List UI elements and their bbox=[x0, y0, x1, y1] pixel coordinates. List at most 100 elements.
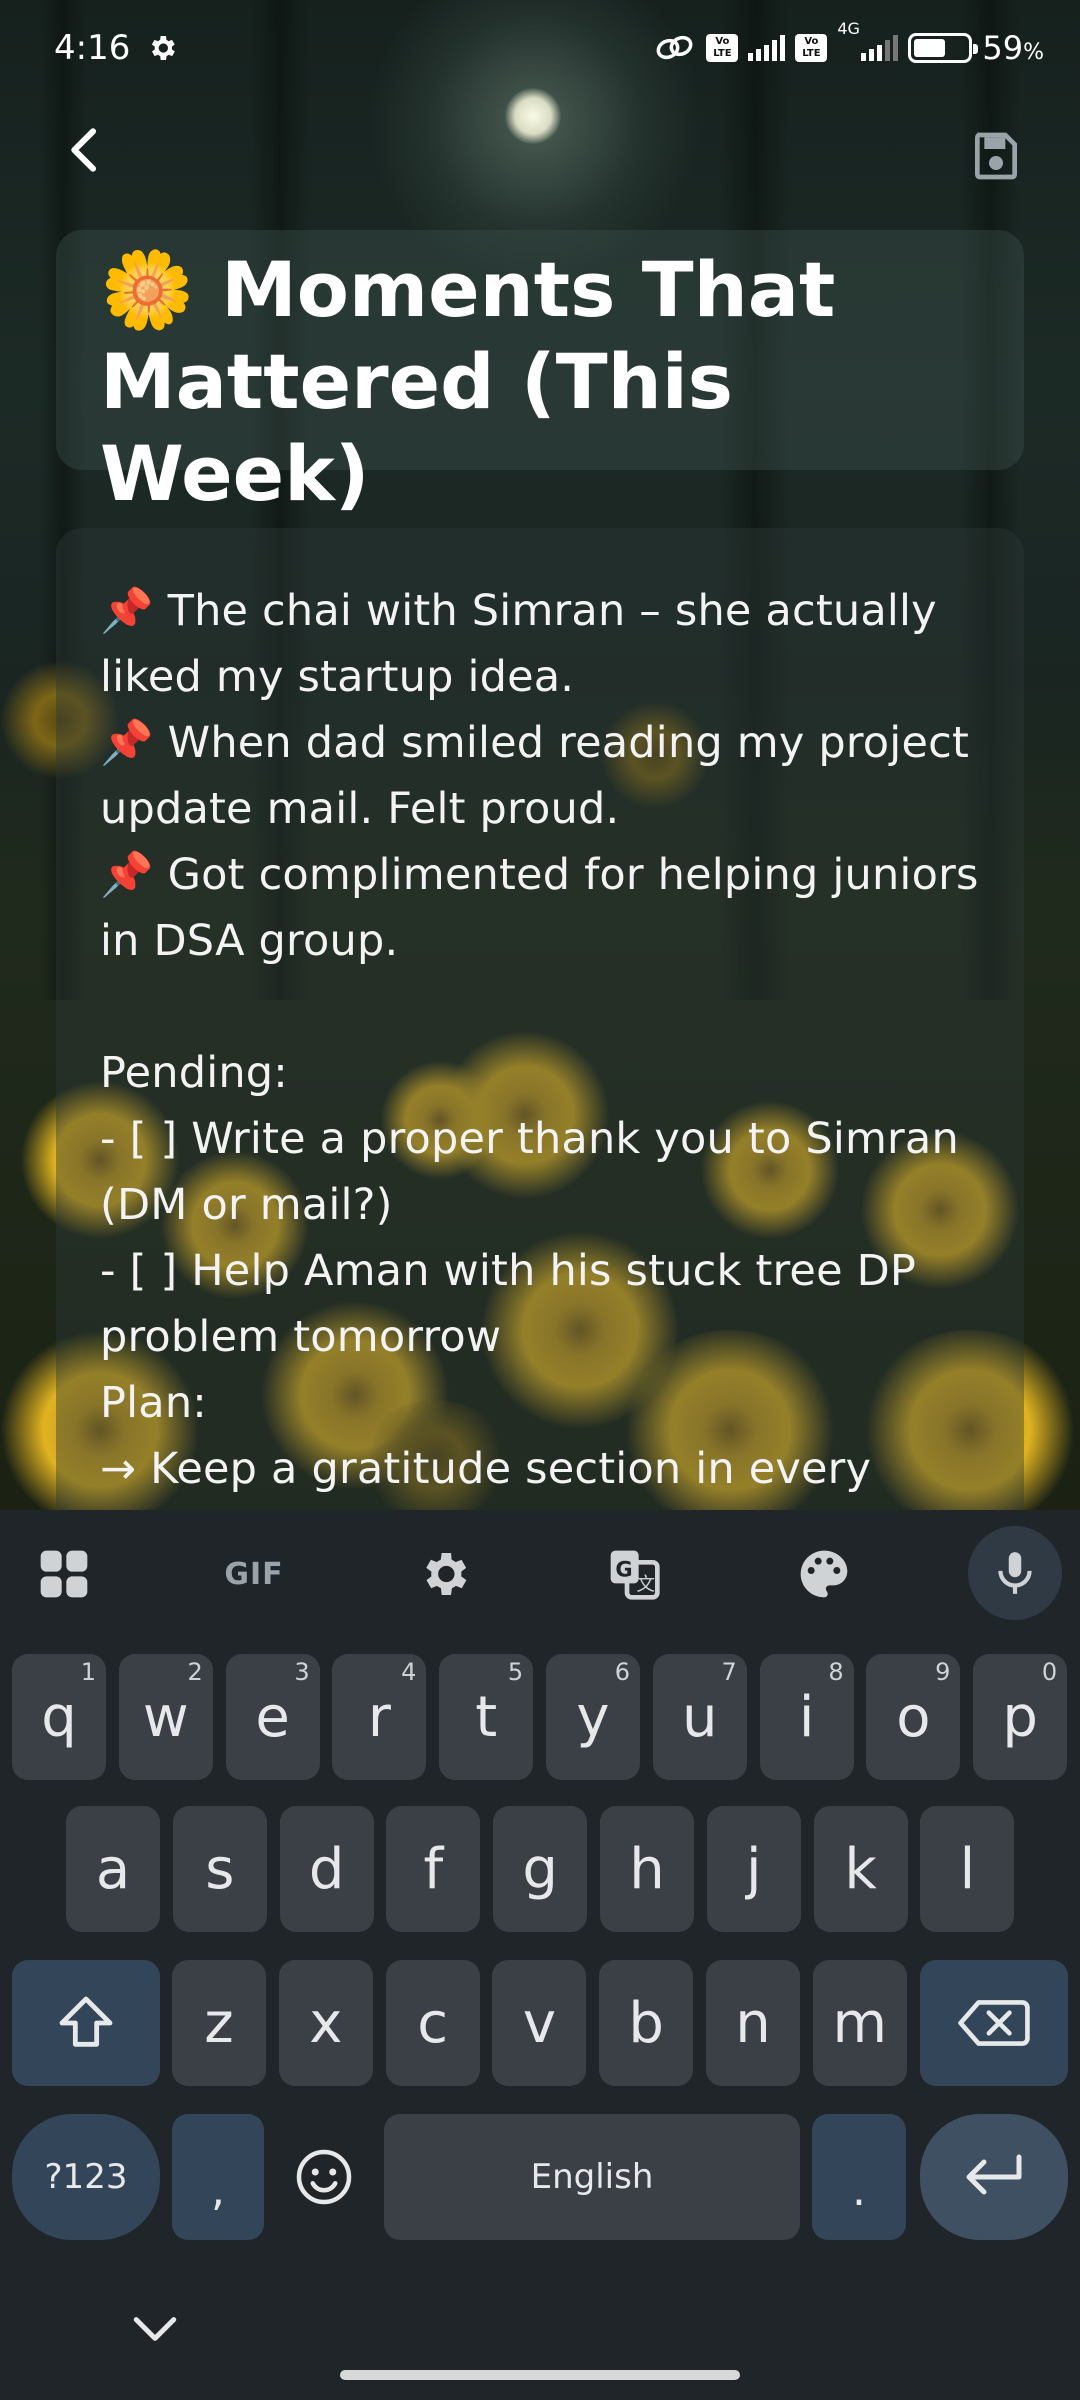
key-w[interactable]: w2 bbox=[118, 1654, 213, 1780]
key-label: w bbox=[142, 1684, 189, 1750]
key-n[interactable]: n bbox=[706, 1960, 800, 2086]
settings-icon[interactable] bbox=[406, 1536, 482, 1612]
key-hint: 4 bbox=[401, 1658, 417, 1686]
key-i[interactable]: i8 bbox=[759, 1654, 854, 1780]
backspace-key[interactable] bbox=[920, 1960, 1068, 2086]
key-q[interactable]: q1 bbox=[12, 1654, 106, 1780]
apps-grid-icon[interactable] bbox=[26, 1536, 102, 1612]
signal-icon bbox=[748, 35, 786, 61]
key-hint: 8 bbox=[828, 1658, 844, 1686]
key-label: c bbox=[417, 1990, 448, 2056]
note-title-card[interactable]: 🌼 Moments That Mattered (This Week) bbox=[56, 230, 1024, 518]
svg-text:G: G bbox=[615, 1557, 632, 1581]
back-arrow-icon[interactable] bbox=[58, 122, 114, 178]
key-hint: 3 bbox=[294, 1658, 310, 1686]
key-v[interactable]: v bbox=[492, 1960, 587, 2086]
key-r[interactable]: r4 bbox=[332, 1654, 427, 1780]
key-k[interactable]: k bbox=[813, 1806, 908, 1932]
save-icon[interactable] bbox=[968, 128, 1024, 184]
key-z[interactable]: z bbox=[172, 1960, 266, 2086]
key-label: v bbox=[522, 1990, 556, 2056]
gesture-nav-bar[interactable] bbox=[340, 2370, 740, 2380]
note-title[interactable]: 🌼 Moments That Mattered (This Week) bbox=[100, 244, 980, 520]
keyboard: GIF G文 q1w2e3r4t5y6u7i8o9p0 asdfghjkl zx… bbox=[0, 1510, 1080, 2400]
key-label: g bbox=[522, 1836, 558, 1902]
key-b[interactable]: b bbox=[599, 1960, 694, 2086]
key-hint: 9 bbox=[935, 1658, 951, 1686]
key-label: o bbox=[896, 1684, 931, 1750]
key-label: s bbox=[205, 1836, 235, 1902]
volte-badge: Vo LTE bbox=[795, 34, 828, 62]
key-t[interactable]: t5 bbox=[439, 1654, 534, 1780]
key-label: z bbox=[204, 1990, 234, 2056]
key-label: a bbox=[95, 1836, 131, 1902]
key-label: k bbox=[844, 1836, 877, 1902]
emoji-icon bbox=[296, 2149, 352, 2205]
key-x[interactable]: x bbox=[278, 1960, 373, 2086]
key-label: y bbox=[576, 1684, 610, 1750]
network-type: 4G bbox=[837, 19, 860, 38]
key-hint: 7 bbox=[721, 1658, 737, 1686]
key-p[interactable]: p0 bbox=[973, 1654, 1068, 1780]
key-hint: 0 bbox=[1041, 1658, 1058, 1686]
shift-icon bbox=[59, 1996, 113, 2047]
key-label: j bbox=[746, 1836, 762, 1902]
space-key[interactable]: English bbox=[384, 2114, 800, 2240]
status-bar: 4:16 Vo LTE Vo LTE 4G 59% bbox=[0, 0, 1080, 100]
key-label: i bbox=[798, 1684, 815, 1750]
key-label: l bbox=[959, 1836, 976, 1902]
key-g[interactable]: g bbox=[493, 1806, 588, 1932]
key-label: b bbox=[628, 1990, 664, 2056]
key-hint: 5 bbox=[507, 1658, 524, 1686]
key-m[interactable]: m bbox=[812, 1960, 907, 2086]
key-d[interactable]: d bbox=[279, 1806, 374, 1932]
key-label: u bbox=[682, 1684, 718, 1750]
key-l[interactable]: l bbox=[920, 1806, 1015, 1932]
status-icons: Vo LTE Vo LTE 4G 59% bbox=[654, 19, 1044, 68]
svg-text:文: 文 bbox=[636, 1574, 655, 1595]
key-j[interactable]: j bbox=[706, 1806, 801, 1932]
key-o[interactable]: o9 bbox=[866, 1654, 961, 1780]
emoji-key[interactable] bbox=[276, 2114, 372, 2240]
key-f[interactable]: f bbox=[386, 1806, 481, 1932]
mic-icon[interactable] bbox=[968, 1526, 1062, 1620]
battery-icon bbox=[908, 33, 979, 63]
comma-key[interactable]: , bbox=[172, 2114, 264, 2240]
volte-badge: Vo LTE bbox=[706, 34, 739, 62]
key-u[interactable]: u7 bbox=[652, 1654, 747, 1780]
gif-icon[interactable]: GIF bbox=[216, 1536, 292, 1612]
key-label: m bbox=[832, 1990, 888, 2056]
symbols-key[interactable]: ?123 bbox=[12, 2114, 160, 2240]
note-body-card[interactable]: 📌 The chai with Simran – she actually li… bbox=[56, 528, 1024, 1528]
period-key[interactable]: . bbox=[812, 2114, 906, 2240]
status-time: 4:16 bbox=[54, 28, 131, 68]
enter-icon bbox=[966, 2154, 1022, 2195]
key-label: p bbox=[1002, 1684, 1038, 1750]
chevron-down-icon[interactable] bbox=[130, 2310, 180, 2350]
settings-icon bbox=[151, 36, 175, 60]
shift-key[interactable] bbox=[12, 1960, 160, 2086]
link-icon bbox=[656, 35, 693, 60]
key-hint: 1 bbox=[80, 1658, 96, 1686]
key-s[interactable]: s bbox=[172, 1806, 267, 1932]
key-c[interactable]: c bbox=[385, 1960, 480, 2086]
key-label: x bbox=[309, 1990, 343, 2056]
key-label: r bbox=[367, 1684, 391, 1750]
palette-icon[interactable] bbox=[786, 1536, 862, 1612]
signal-icon: 4G bbox=[837, 19, 899, 61]
key-label: t bbox=[475, 1684, 498, 1750]
key-y[interactable]: y6 bbox=[546, 1654, 640, 1780]
gif-label: GIF bbox=[224, 1556, 284, 1592]
key-label: h bbox=[629, 1836, 665, 1902]
key-label: n bbox=[735, 1990, 771, 2056]
key-hint: 2 bbox=[187, 1658, 203, 1686]
enter-key[interactable] bbox=[920, 2114, 1068, 2240]
battery-percent: 59% bbox=[982, 29, 1044, 67]
translate-icon[interactable]: G文 bbox=[596, 1536, 672, 1612]
key-h[interactable]: h bbox=[600, 1806, 694, 1932]
key-e[interactable]: e3 bbox=[225, 1654, 320, 1780]
backspace-icon bbox=[958, 2000, 1030, 2046]
key-a[interactable]: a bbox=[66, 1806, 160, 1932]
note-body[interactable]: 📌 The chai with Simran – she actually li… bbox=[100, 578, 980, 1502]
key-label: e bbox=[255, 1684, 290, 1750]
